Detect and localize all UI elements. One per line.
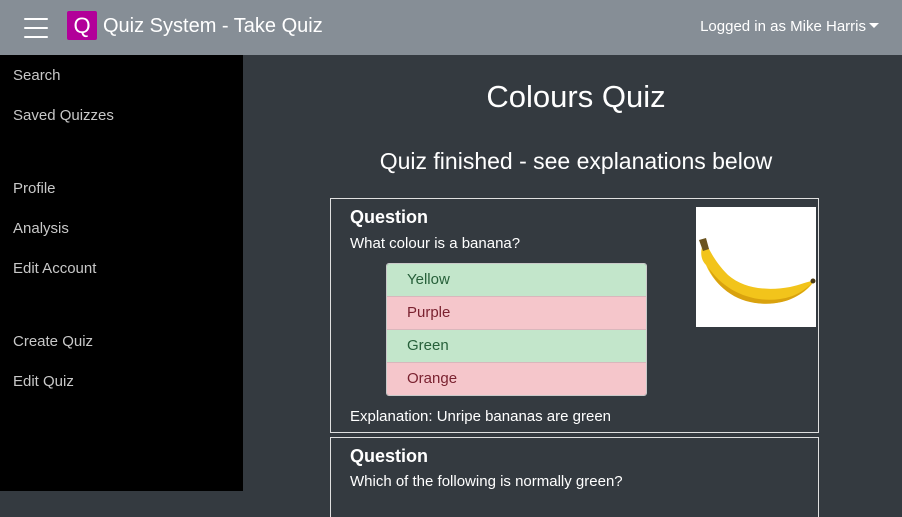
answer-option[interactable]: Purple	[387, 296, 646, 329]
menu-icon[interactable]	[24, 18, 48, 38]
answer-option[interactable]: Green	[387, 329, 646, 362]
app-title[interactable]: Quiz System - Take Quiz	[103, 13, 323, 39]
answer-option[interactable]: Yellow	[387, 264, 646, 296]
sidebar-item-analysis[interactable]: Analysis	[13, 219, 69, 239]
banana-image-icon	[696, 207, 816, 327]
sidebar: Search Saved Quizzes Profile Analysis Ed…	[0, 55, 243, 491]
caret-down-icon	[869, 23, 879, 28]
answer-options: Yellow Purple Green Orange	[386, 263, 647, 396]
banana-icon	[699, 238, 816, 304]
question-text: Which of the following is normally green…	[350, 473, 623, 490]
sidebar-item-profile[interactable]: Profile	[13, 179, 56, 199]
answer-explanation: Explanation: Unripe bananas are green	[350, 408, 612, 425]
question-text: What colour is a banana?	[350, 235, 521, 252]
question-heading: Question	[350, 207, 429, 227]
answer-option[interactable]: Orange	[387, 362, 646, 395]
sidebar-item-edit-account[interactable]: Edit Account	[13, 259, 96, 279]
user-menu[interactable]: Logged in as Mike Harris	[700, 17, 879, 37]
top-navbar: Q Quiz System - Take Quiz Logged in as M…	[0, 0, 902, 55]
sidebar-item-create-quiz[interactable]: Create Quiz	[13, 332, 93, 352]
question-card: Question What colour is a banana? Yellow…	[330, 198, 819, 433]
main-content: Colours Quiz Quiz finished - see explana…	[243, 55, 902, 517]
user-label: Logged in as Mike Harris	[700, 18, 866, 35]
question-card: Question Which of the following is norma…	[330, 437, 819, 517]
sidebar-item-search[interactable]: Search	[13, 66, 61, 86]
sidebar-item-edit-quiz[interactable]: Edit Quiz	[13, 372, 74, 392]
question-heading: Question	[350, 446, 429, 466]
sidebar-item-saved-quizzes[interactable]: Saved Quizzes	[13, 106, 114, 126]
quiz-title: Colours Quiz	[486, 79, 666, 114]
quiz-status: Quiz finished - see explanations below	[379, 148, 773, 174]
quiz-logo-icon[interactable]: Q	[67, 11, 97, 40]
